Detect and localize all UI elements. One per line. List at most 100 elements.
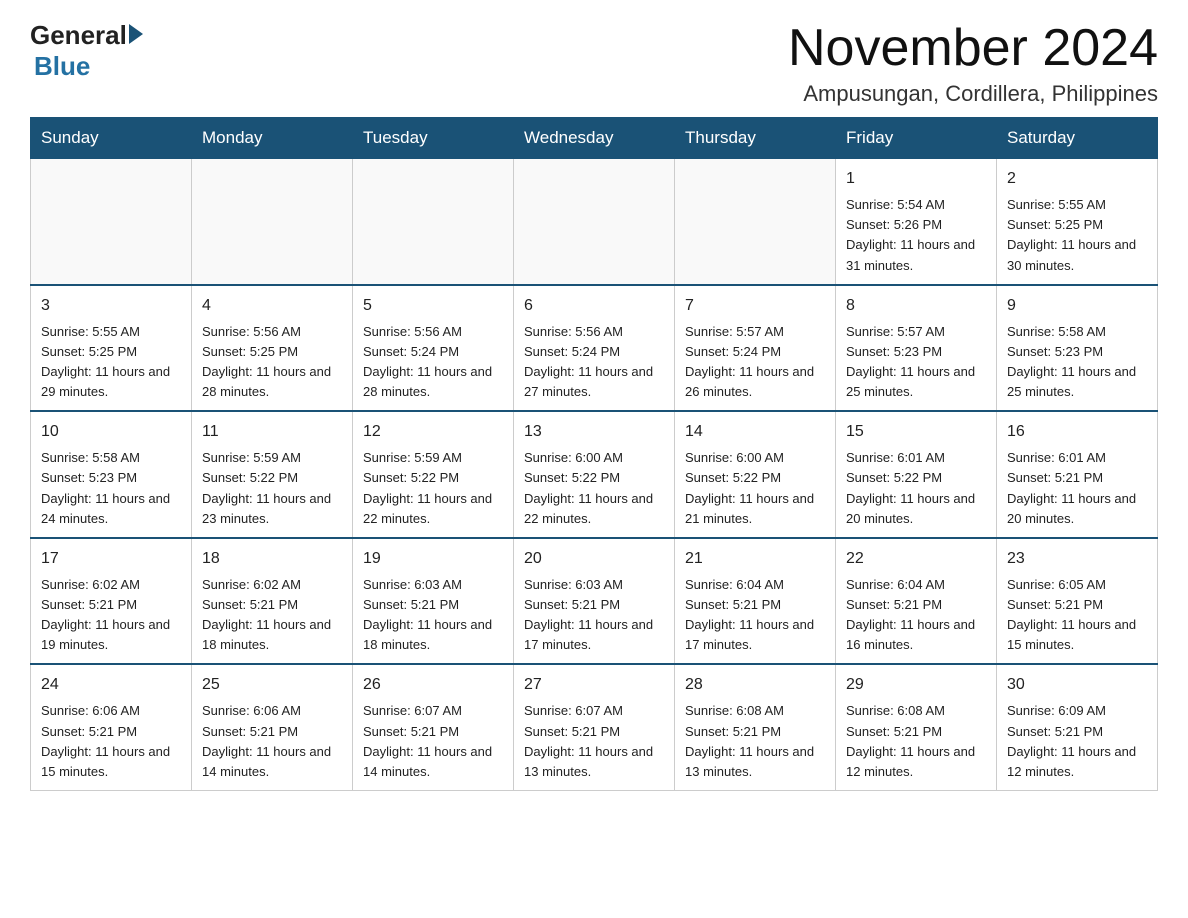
day-number: 2 <box>1007 167 1147 191</box>
day-info: Sunrise: 5:56 AM Sunset: 5:25 PM Dayligh… <box>202 322 342 403</box>
calendar-week-3: 17Sunrise: 6:02 AM Sunset: 5:21 PM Dayli… <box>31 538 1158 665</box>
day-info: Sunrise: 6:09 AM Sunset: 5:21 PM Dayligh… <box>1007 701 1147 782</box>
day-number: 27 <box>524 673 664 697</box>
day-info: Sunrise: 6:01 AM Sunset: 5:21 PM Dayligh… <box>1007 448 1147 529</box>
calendar-cell <box>353 159 514 285</box>
day-info: Sunrise: 6:03 AM Sunset: 5:21 PM Dayligh… <box>363 575 503 656</box>
calendar-week-1: 3 Sunrise: 5:55 AM Sunset: 5:25 PM Daylig… <box>31 285 1158 412</box>
day-number: 24 <box>41 673 181 697</box>
day-number: 30 <box>1007 673 1147 697</box>
calendar-header-saturday: Saturday <box>997 118 1158 159</box>
calendar-body: 1 Sunrise: 5:54 AM Sunset: 5:26 PM Daylig… <box>31 159 1158 791</box>
day-info: Sunrise: 5:54 AM Sunset: 5:26 PM Dayligh… <box>846 195 986 276</box>
day-info: Sunrise: 6:02 AM Sunset: 5:21 PM Dayligh… <box>202 575 342 656</box>
day-number: 22 <box>846 547 986 571</box>
calendar-header-tuesday: Tuesday <box>353 118 514 159</box>
calendar-cell: 1 Sunrise: 5:54 AM Sunset: 5:26 PM Daylig… <box>836 159 997 285</box>
calendar-cell: 17Sunrise: 6:02 AM Sunset: 5:21 PM Dayli… <box>31 538 192 665</box>
calendar-cell: 3 Sunrise: 5:55 AM Sunset: 5:25 PM Daylig… <box>31 285 192 412</box>
calendar-week-0: 1 Sunrise: 5:54 AM Sunset: 5:26 PM Daylig… <box>31 159 1158 285</box>
calendar-cell: 27 Sunrise: 6:07 AM Sunset: 5:21 PM Dayli… <box>514 664 675 790</box>
day-info: Sunrise: 5:55 AM Sunset: 5:25 PM Dayligh… <box>1007 195 1147 276</box>
calendar-cell: 24Sunrise: 6:06 AM Sunset: 5:21 PM Dayli… <box>31 664 192 790</box>
location-title: Ampusungan, Cordillera, Philippines <box>788 81 1158 107</box>
calendar-header-monday: Monday <box>192 118 353 159</box>
calendar-cell <box>31 159 192 285</box>
logo-general-text: General <box>30 20 127 51</box>
logo-blue-text: Blue <box>34 51 90 82</box>
day-number: 26 <box>363 673 503 697</box>
calendar-cell: 25 Sunrise: 6:06 AM Sunset: 5:21 PM Dayli… <box>192 664 353 790</box>
calendar-cell: 2 Sunrise: 5:55 AM Sunset: 5:25 PM Daylig… <box>997 159 1158 285</box>
title-block: November 2024 Ampusungan, Cordillera, Ph… <box>788 20 1158 107</box>
calendar-cell: 19 Sunrise: 6:03 AM Sunset: 5:21 PM Dayli… <box>353 538 514 665</box>
calendar-cell: 29Sunrise: 6:08 AM Sunset: 5:21 PM Dayli… <box>836 664 997 790</box>
calendar-cell: 26 Sunrise: 6:07 AM Sunset: 5:21 PM Dayli… <box>353 664 514 790</box>
day-info: Sunrise: 6:07 AM Sunset: 5:21 PM Dayligh… <box>524 701 664 782</box>
day-number: 21 <box>685 547 825 571</box>
calendar-cell: 30 Sunrise: 6:09 AM Sunset: 5:21 PM Dayli… <box>997 664 1158 790</box>
calendar-header-sunday: Sunday <box>31 118 192 159</box>
logo-triangle-icon <box>129 24 143 44</box>
day-info: Sunrise: 5:59 AM Sunset: 5:22 PM Dayligh… <box>202 448 342 529</box>
calendar-cell: 9 Sunrise: 5:58 AM Sunset: 5:23 PM Daylig… <box>997 285 1158 412</box>
calendar-cell: 8Sunrise: 5:57 AM Sunset: 5:23 PM Daylig… <box>836 285 997 412</box>
calendar-header-friday: Friday <box>836 118 997 159</box>
day-number: 29 <box>846 673 986 697</box>
calendar-cell: 5Sunrise: 5:56 AM Sunset: 5:24 PM Daylig… <box>353 285 514 412</box>
day-info: Sunrise: 5:59 AM Sunset: 5:22 PM Dayligh… <box>363 448 503 529</box>
calendar-cell: 16 Sunrise: 6:01 AM Sunset: 5:21 PM Dayli… <box>997 411 1158 538</box>
day-number: 10 <box>41 420 181 444</box>
day-number: 6 <box>524 294 664 318</box>
day-number: 13 <box>524 420 664 444</box>
day-number: 23 <box>1007 547 1147 571</box>
calendar-cell: 21 Sunrise: 6:04 AM Sunset: 5:21 PM Dayli… <box>675 538 836 665</box>
calendar-cell: 20Sunrise: 6:03 AM Sunset: 5:21 PM Dayli… <box>514 538 675 665</box>
day-info: Sunrise: 5:57 AM Sunset: 5:24 PM Dayligh… <box>685 322 825 403</box>
day-info: Sunrise: 6:04 AM Sunset: 5:21 PM Dayligh… <box>685 575 825 656</box>
day-number: 18 <box>202 547 342 571</box>
day-info: Sunrise: 5:55 AM Sunset: 5:25 PM Dayligh… <box>41 322 181 403</box>
day-number: 14 <box>685 420 825 444</box>
calendar-header-wednesday: Wednesday <box>514 118 675 159</box>
day-number: 3 <box>41 294 181 318</box>
logo: General Blue <box>30 20 143 82</box>
day-info: Sunrise: 5:58 AM Sunset: 5:23 PM Dayligh… <box>1007 322 1147 403</box>
calendar-cell: 14 Sunrise: 6:00 AM Sunset: 5:22 PM Dayli… <box>675 411 836 538</box>
day-info: Sunrise: 6:00 AM Sunset: 5:22 PM Dayligh… <box>524 448 664 529</box>
day-number: 25 <box>202 673 342 697</box>
day-info: Sunrise: 6:01 AM Sunset: 5:22 PM Dayligh… <box>846 448 986 529</box>
calendar-cell: 6 Sunrise: 5:56 AM Sunset: 5:24 PM Daylig… <box>514 285 675 412</box>
day-number: 20 <box>524 547 664 571</box>
day-info: Sunrise: 5:56 AM Sunset: 5:24 PM Dayligh… <box>363 322 503 403</box>
day-number: 19 <box>363 547 503 571</box>
calendar-cell <box>192 159 353 285</box>
calendar-cell: 11Sunrise: 5:59 AM Sunset: 5:22 PM Dayli… <box>192 411 353 538</box>
day-info: Sunrise: 5:56 AM Sunset: 5:24 PM Dayligh… <box>524 322 664 403</box>
day-info: Sunrise: 6:07 AM Sunset: 5:21 PM Dayligh… <box>363 701 503 782</box>
day-number: 7 <box>685 294 825 318</box>
day-number: 4 <box>202 294 342 318</box>
calendar-cell: 18 Sunrise: 6:02 AM Sunset: 5:21 PM Dayli… <box>192 538 353 665</box>
calendar-cell: 28Sunrise: 6:08 AM Sunset: 5:21 PM Dayli… <box>675 664 836 790</box>
day-info: Sunrise: 6:00 AM Sunset: 5:22 PM Dayligh… <box>685 448 825 529</box>
day-number: 16 <box>1007 420 1147 444</box>
calendar-cell: 22Sunrise: 6:04 AM Sunset: 5:21 PM Dayli… <box>836 538 997 665</box>
day-number: 9 <box>1007 294 1147 318</box>
calendar-week-2: 10Sunrise: 5:58 AM Sunset: 5:23 PM Dayli… <box>31 411 1158 538</box>
day-info: Sunrise: 6:05 AM Sunset: 5:21 PM Dayligh… <box>1007 575 1147 656</box>
day-number: 15 <box>846 420 986 444</box>
day-number: 28 <box>685 673 825 697</box>
calendar-cell: 4 Sunrise: 5:56 AM Sunset: 5:25 PM Daylig… <box>192 285 353 412</box>
calendar-cell <box>514 159 675 285</box>
day-number: 12 <box>363 420 503 444</box>
calendar-cell: 13 Sunrise: 6:00 AM Sunset: 5:22 PM Dayli… <box>514 411 675 538</box>
day-number: 1 <box>846 167 986 191</box>
calendar-table: SundayMondayTuesdayWednesdayThursdayFrid… <box>30 117 1158 791</box>
page-header: General Blue November 2024 Ampusungan, C… <box>30 20 1158 107</box>
calendar-cell: 10Sunrise: 5:58 AM Sunset: 5:23 PM Dayli… <box>31 411 192 538</box>
day-info: Sunrise: 6:06 AM Sunset: 5:21 PM Dayligh… <box>202 701 342 782</box>
calendar-cell: 15 Sunrise: 6:01 AM Sunset: 5:22 PM Dayli… <box>836 411 997 538</box>
calendar-cell: 23 Sunrise: 6:05 AM Sunset: 5:21 PM Dayli… <box>997 538 1158 665</box>
day-info: Sunrise: 5:57 AM Sunset: 5:23 PM Dayligh… <box>846 322 986 403</box>
